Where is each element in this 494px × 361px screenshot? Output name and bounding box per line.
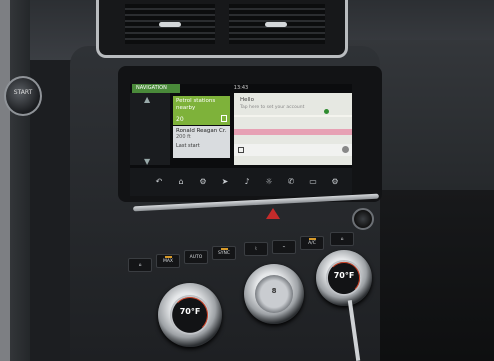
- back-icon[interactable]: ↶: [152, 177, 166, 187]
- seat-heat-right-button[interactable]: ⌂: [330, 232, 354, 246]
- fan-speed-readout: 8: [271, 286, 277, 295]
- grid-icon[interactable]: [238, 147, 244, 153]
- scroll-up-icon[interactable]: ▲: [144, 95, 150, 104]
- floor-area: [375, 190, 494, 361]
- map-greeting: Hello: [240, 97, 254, 103]
- location-pin-icon: [324, 109, 329, 114]
- indicator-led: [309, 238, 316, 240]
- compass-icon[interactable]: [342, 146, 349, 153]
- bottom-nav-bar: ↶ ⌂ ⚙ ➤ ♪ ☼ ✆ ▭ ⚙: [130, 168, 352, 196]
- auto-button[interactable]: AUTO: [184, 250, 208, 264]
- air-vent-left[interactable]: [125, 4, 215, 44]
- seat-button[interactable]: ⌇: [244, 242, 268, 256]
- petrol-stations-card[interactable]: Petrol stations nearby 20: [173, 96, 230, 125]
- home-icon[interactable]: ⌂: [174, 177, 188, 187]
- airflow-button[interactable]: ⌁: [272, 240, 296, 254]
- ac-icon: A/C: [308, 241, 316, 246]
- navigation-icon[interactable]: ➤: [218, 177, 232, 187]
- fuel-pump-icon: [221, 115, 227, 122]
- sync-button[interactable]: SYNC: [212, 246, 236, 260]
- seat-heat-right-icon: ⌂: [340, 237, 344, 242]
- max-defrost-icon: MAX: [162, 259, 174, 264]
- map-road: [234, 115, 352, 117]
- connected-icon[interactable]: ⚙: [196, 177, 210, 187]
- seat-icon: ⌇: [254, 247, 258, 252]
- engine-start-button[interactable]: START: [4, 76, 42, 116]
- media-icon[interactable]: ▭: [306, 177, 320, 187]
- recent-destination-card[interactable]: Ronald Reagan Cr... 200 ft Last start: [173, 126, 230, 158]
- hazard-button[interactable]: [266, 208, 280, 219]
- settings-icon[interactable]: ⚙: [328, 177, 342, 187]
- right-temperature-knob[interactable]: 70°F: [316, 250, 372, 306]
- map-toolbar: [234, 144, 352, 156]
- tab-navigation[interactable]: NAVIGATION: [132, 84, 180, 93]
- map-road: [234, 129, 352, 135]
- scroll-down-icon[interactable]: ▼: [144, 157, 150, 166]
- panel-scroll-column: ▲ ▼: [130, 93, 170, 166]
- airflow-icon: ⌁: [282, 245, 286, 250]
- audio-icon[interactable]: ♪: [240, 177, 254, 187]
- petrol-card-title: Petrol stations nearby: [176, 98, 216, 111]
- indicator-led: [221, 248, 228, 250]
- phone-icon[interactable]: ✆: [284, 177, 298, 187]
- last-start-label: Last start: [176, 143, 200, 149]
- seat-heat-left-icon: ⌂: [138, 263, 142, 268]
- petrol-card-count: 20: [176, 116, 184, 123]
- infotainment-screen: 13:43 NAVIGATION ▲ ▼ Petrol stations nea…: [130, 84, 352, 196]
- max-defrost-button[interactable]: MAX: [156, 254, 180, 268]
- seat-heat-left-button[interactable]: ⌂: [128, 258, 152, 272]
- left-temperature-readout: 70°F: [179, 307, 201, 317]
- sync-icon: SYNC: [217, 251, 231, 256]
- indicator-led: [165, 256, 172, 258]
- air-vent-right[interactable]: [229, 4, 325, 44]
- ac-button[interactable]: A/C: [300, 236, 324, 250]
- right-temperature-readout: 70°F: [333, 271, 355, 281]
- recent-destination-distance: 200 ft: [176, 134, 191, 140]
- map-account-prompt[interactable]: Tap here to set your account: [240, 105, 304, 110]
- climate-icon[interactable]: ☼: [262, 177, 276, 187]
- air-vent-frame: [96, 0, 348, 58]
- left-dashboard-panel: [0, 0, 30, 361]
- auto-icon: AUTO: [189, 255, 203, 260]
- fan-speed-knob[interactable]: 8: [244, 264, 304, 324]
- left-temperature-knob[interactable]: 70°F: [158, 283, 222, 347]
